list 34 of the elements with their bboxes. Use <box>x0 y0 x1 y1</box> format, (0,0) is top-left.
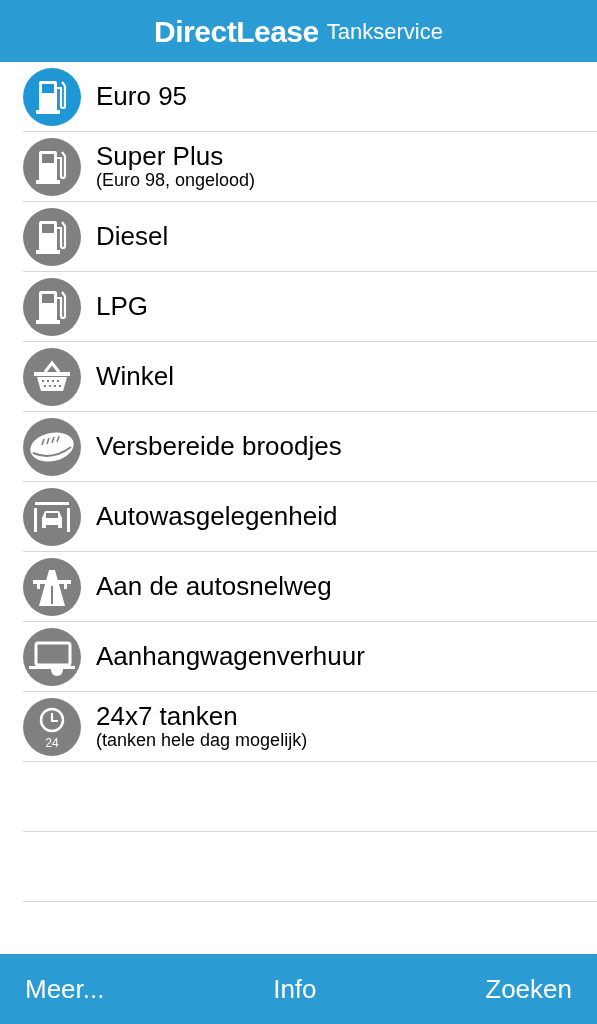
highway-icon <box>23 557 81 616</box>
list-item[interactable]: Autowasgelegenheid <box>23 482 597 552</box>
list-item[interactable]: Aanhangwagenverhuur <box>23 622 597 692</box>
basket-icon <box>23 347 81 406</box>
item-label: 24x7 tanken <box>96 702 239 731</box>
app-logo: DirectLease <box>154 13 319 50</box>
item-subtitle: (tanken hele dag mogelijk) <box>96 730 308 751</box>
list-item[interactable]: Aan de autosnelweg <box>23 552 597 622</box>
item-label: Winkel <box>96 362 174 391</box>
list-item[interactable]: Super Plus (Euro 98, ongelood) <box>23 132 597 202</box>
item-label: Super Plus <box>96 142 225 171</box>
fuel-pump-icon <box>23 67 81 126</box>
item-label: Euro 95 <box>96 82 188 111</box>
item-label: Aan de autosnelweg <box>96 572 332 601</box>
item-label: Versbereide broodjes <box>96 432 342 461</box>
header-title: Tankservice <box>326 17 443 46</box>
fuel-pump-icon <box>23 277 81 336</box>
bread-icon <box>23 417 81 476</box>
clock-icon: 24 <box>23 697 81 756</box>
list-item[interactable]: Versbereide broodjes <box>23 412 597 482</box>
item-label: LPG <box>96 292 149 321</box>
trailer-icon <box>23 627 81 686</box>
item-label: Aanhangwagenverhuur <box>96 642 365 671</box>
car-wash-icon <box>23 487 81 546</box>
fuel-pump-icon <box>23 207 81 266</box>
item-subtitle: (Euro 98, ongelood) <box>96 170 256 191</box>
list-item[interactable]: LPG <box>23 272 597 342</box>
fuel-pump-icon <box>23 137 81 196</box>
list-item[interactable]: Diesel <box>23 202 597 272</box>
list-item[interactable]: Winkel <box>23 342 597 412</box>
item-label: Diesel <box>96 222 169 251</box>
list-item[interactable]: Euro 95 <box>23 62 597 132</box>
list-item[interactable]: 24 24x7 tanken (tanken hele dag mogelijk) <box>23 692 597 762</box>
item-label: Autowasgelegenheid <box>96 502 338 531</box>
